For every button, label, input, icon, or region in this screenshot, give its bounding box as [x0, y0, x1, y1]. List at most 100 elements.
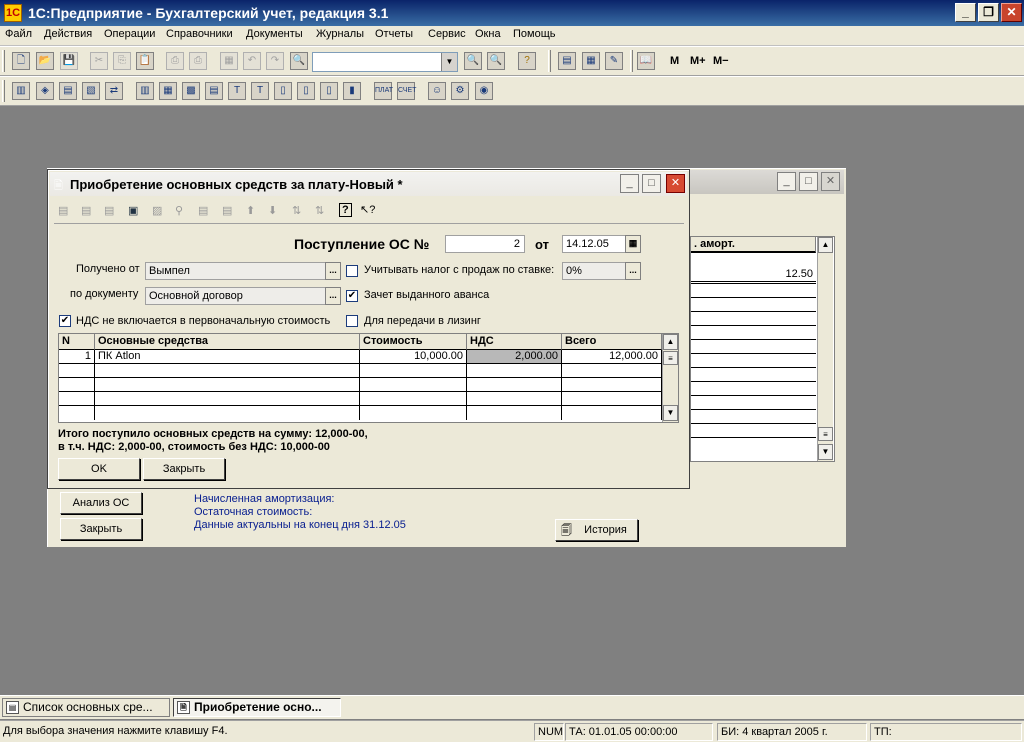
asset-list-minimize-button[interactable]: _: [777, 172, 796, 191]
by-document-select-button[interactable]: ...: [325, 287, 341, 305]
sales-tax-rate-field[interactable]: 0%: [562, 262, 627, 280]
move-down-icon[interactable]: ⬇: [268, 204, 277, 217]
paste-icon[interactable]: 📋: [136, 52, 154, 70]
help-icon-dialog[interactable]: ?: [339, 203, 352, 217]
memory-minus-button[interactable]: M−: [713, 55, 729, 67]
dialog-close-button[interactable]: ✕: [666, 174, 685, 193]
palette-icon[interactable]: ◉: [475, 82, 493, 100]
assets-table[interactable]: N Основные средства Стоимость НДС Всего …: [58, 333, 679, 423]
menu-help[interactable]: Помощь: [513, 28, 556, 40]
table-scrollbar[interactable]: ▲ ≡ ▼: [662, 334, 678, 422]
doc3-icon[interactable]: ▯: [320, 82, 338, 100]
row-vat-cell[interactable]: 2,000.00: [467, 350, 562, 364]
register-icon[interactable]: ▧: [82, 82, 100, 100]
new-document-icon[interactable]: 🗋: [12, 52, 30, 70]
select-icon[interactable]: ▤: [198, 204, 208, 217]
menu-windows[interactable]: Окна: [475, 28, 501, 40]
menu-service[interactable]: Сервис: [428, 28, 466, 40]
find-next-icon[interactable]: 🔍: [464, 52, 482, 70]
by-document-field[interactable]: Основной договор: [145, 287, 327, 305]
dialog-close-btn[interactable]: Закрыть: [143, 458, 225, 480]
menu-catalogs[interactable]: Справочники: [166, 28, 233, 40]
catalog-icon[interactable]: ▥: [136, 82, 154, 100]
vat-excluded-checkbox[interactable]: ✔: [59, 315, 71, 327]
undo-icon[interactable]: ↶: [243, 52, 261, 70]
tools-icon[interactable]: ⚙: [451, 82, 469, 100]
grid-icon[interactable]: ▦: [159, 82, 177, 100]
history-button[interactable]: 🗐 История: [555, 519, 638, 541]
memory-m-button[interactable]: M: [670, 55, 679, 67]
report-icon[interactable]: ▮: [343, 82, 361, 100]
calendar-picker-icon[interactable]: ▦: [625, 235, 641, 253]
new-row-icon[interactable]: ▤: [58, 204, 68, 217]
text-icon[interactable]: T: [228, 82, 246, 100]
invoice-icon[interactable]: СЧЕТ: [397, 82, 416, 100]
task-acquisition[interactable]: 🗎 Приобретение осно...: [173, 698, 341, 717]
text-doc-icon[interactable]: T: [251, 82, 269, 100]
row-n-cell[interactable]: 1: [59, 350, 95, 364]
dialog-minimize-button[interactable]: _: [620, 174, 639, 193]
menu-journals[interactable]: Журналы: [316, 28, 364, 40]
move-up-icon[interactable]: ⬆: [246, 204, 255, 217]
row-asset-cell[interactable]: ПК Atlon: [95, 350, 360, 364]
combo-dropdown-icon[interactable]: ▼: [441, 53, 457, 71]
menu-file[interactable]: Файл: [5, 28, 32, 40]
scroll-down-icon[interactable]: ▼: [818, 444, 833, 460]
dialog-maximize-button[interactable]: □: [642, 174, 661, 193]
book-icon[interactable]: 📖: [637, 52, 655, 70]
col-vat-header[interactable]: НДС: [467, 334, 562, 350]
calculator-icon[interactable]: ▤: [558, 52, 576, 70]
context-help-icon[interactable]: ↖?: [360, 203, 375, 216]
amortization-scrollbar[interactable]: ▲ ≡ ▼: [817, 237, 833, 461]
col-asset-header[interactable]: Основные средства: [95, 334, 360, 350]
restore-button[interactable]: ❐: [978, 3, 999, 22]
asset-list-close-button[interactable]: ✕: [821, 172, 840, 191]
sort-asc-icon[interactable]: ⇅: [292, 204, 301, 217]
menu-operations[interactable]: Операции: [104, 28, 155, 40]
received-from-field[interactable]: Вымпел: [145, 262, 327, 280]
print-preview-icon[interactable]: ⎙: [189, 52, 207, 70]
asset-list-maximize-button[interactable]: □: [799, 172, 818, 191]
sort-desc-icon[interactable]: ⇅: [315, 204, 324, 217]
menu-documents[interactable]: Документы: [246, 28, 303, 40]
fill-icon[interactable]: ▨: [152, 204, 162, 217]
amortization-cell[interactable]: 12.50: [691, 268, 816, 282]
date-field[interactable]: 14.12.05: [562, 235, 627, 253]
scroll-up-icon[interactable]: ▲: [818, 237, 833, 253]
operations-icon[interactable]: ◈: [36, 82, 54, 100]
edit-row-icon[interactable]: ▣: [128, 204, 138, 217]
payment-order-icon[interactable]: ПЛАТ: [374, 82, 393, 100]
leasing-checkbox[interactable]: [346, 315, 358, 327]
doc-icon[interactable]: ▯: [274, 82, 292, 100]
asset-analysis-button[interactable]: Анализ ОС: [60, 492, 142, 514]
open-folder-icon[interactable]: 📂: [36, 52, 54, 70]
asset-list-close-btn[interactable]: Закрыть: [60, 518, 142, 540]
doc2-icon[interactable]: ▯: [297, 82, 315, 100]
scroll-thumb[interactable]: ≡: [818, 427, 833, 441]
filter-icon[interactable]: ⚲: [175, 204, 183, 217]
checker-icon[interactable]: ▩: [182, 82, 200, 100]
transfer-icon[interactable]: ⇄: [105, 82, 123, 100]
memory-plus-button[interactable]: M+: [690, 55, 706, 67]
properties-icon[interactable]: ▦: [220, 52, 238, 70]
received-from-select-button[interactable]: ...: [325, 262, 341, 280]
col-cost-header[interactable]: Стоимость: [360, 334, 467, 350]
close-button[interactable]: ✕: [1001, 3, 1022, 22]
table-scroll-down-icon[interactable]: ▼: [663, 405, 678, 421]
amortization-grid[interactable]: . аморт. 12.50 ▲ ≡ ▼: [690, 236, 835, 462]
menu-reports[interactable]: Отчеты: [375, 28, 413, 40]
col-total-header[interactable]: Всего: [562, 334, 662, 350]
accounts-icon[interactable]: ▤: [59, 82, 77, 100]
delete-row-icon[interactable]: ▤: [104, 204, 114, 217]
task-asset-list[interactable]: ▤ Список основных сре...: [2, 698, 170, 717]
table-scroll-thumb[interactable]: ≡: [663, 351, 678, 365]
row-total-cell[interactable]: 12,000.00: [562, 350, 662, 364]
doc-number-field[interactable]: 2: [445, 235, 525, 253]
minimize-button[interactable]: _: [955, 3, 976, 22]
person-icon[interactable]: ☺: [428, 82, 446, 100]
table-scroll-up-icon[interactable]: ▲: [663, 334, 678, 350]
sales-tax-select-button[interactable]: ...: [625, 262, 641, 280]
save-icon[interactable]: 💾: [60, 52, 78, 70]
help-icon[interactable]: ?: [518, 52, 536, 70]
edit-icon[interactable]: ✎: [605, 52, 623, 70]
